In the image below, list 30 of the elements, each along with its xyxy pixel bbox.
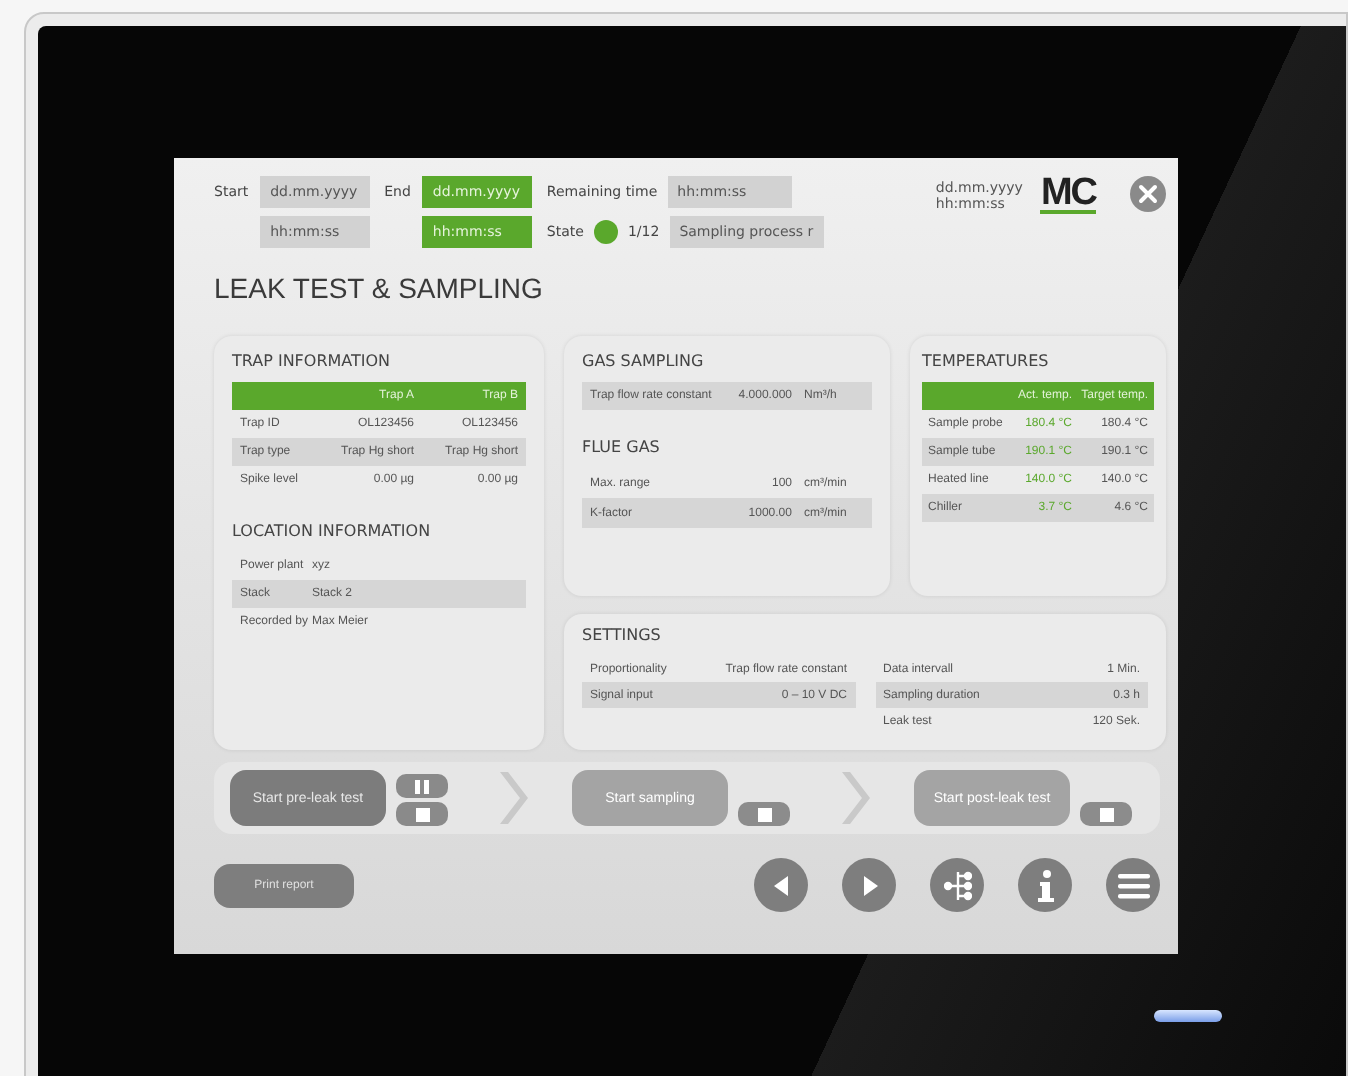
pause-button[interactable] [396, 774, 448, 798]
forward-button[interactable] [842, 858, 896, 912]
back-button[interactable] [754, 858, 808, 912]
chevron-icon [842, 772, 870, 824]
tree-icon [943, 869, 971, 901]
info-button[interactable] [1018, 858, 1072, 912]
section-title: GAS SAMPLING [582, 352, 706, 370]
section-title: SETTINGS [582, 626, 663, 644]
logo: MC [1040, 176, 1096, 214]
page-title: LEAK TEST & SAMPLING [214, 272, 545, 304]
info-icon [1037, 869, 1053, 901]
stop-button[interactable] [396, 802, 448, 826]
stop-icon [757, 807, 771, 821]
chevron-icon [500, 772, 528, 824]
menu-icon [1117, 871, 1149, 899]
stop-icon [1099, 807, 1113, 821]
stop-button[interactable] [738, 802, 790, 826]
section-title: LOCATION INFORMATION [232, 522, 433, 540]
stop-button[interactable] [1080, 802, 1132, 826]
status-light [1154, 1010, 1222, 1022]
close-button[interactable] [1130, 176, 1166, 212]
menu-button[interactable] [1106, 858, 1160, 912]
section-title: FLUE GAS [582, 438, 662, 456]
tree-button[interactable] [930, 858, 984, 912]
section-title: TRAP INFORMATION [232, 352, 393, 370]
pause-icon [414, 779, 430, 793]
close-icon [1130, 176, 1166, 212]
back-icon [769, 873, 793, 897]
stop-icon [415, 807, 429, 821]
section-title: TEMPERATURES [922, 352, 1051, 370]
